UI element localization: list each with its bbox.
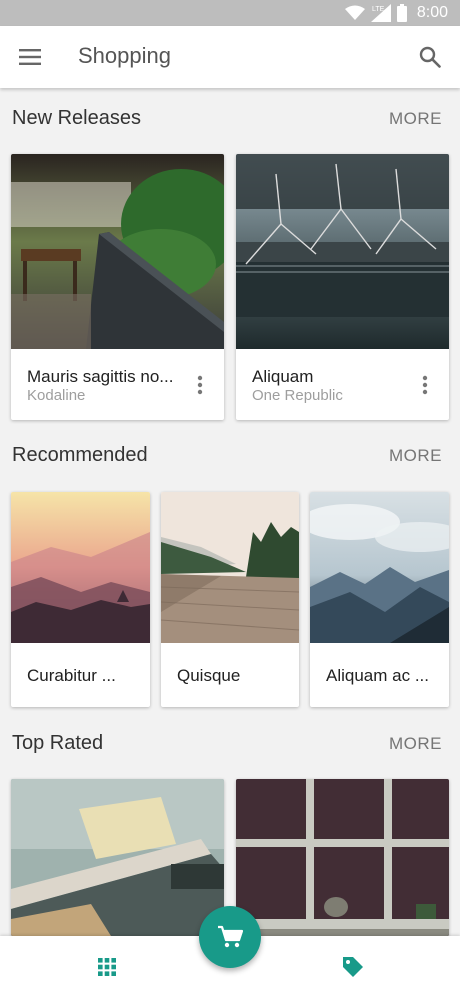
recommended-card[interactable]: Quisque xyxy=(161,492,299,707)
search-icon xyxy=(419,46,441,68)
card-title: Quisque xyxy=(177,666,241,685)
section-header-top-rated: Top Rated MORE xyxy=(0,728,460,758)
card-title: Curabitur ... xyxy=(27,666,116,685)
overflow-menu-button[interactable] xyxy=(188,370,212,400)
album-cover-image xyxy=(161,492,299,643)
menu-button[interactable] xyxy=(12,39,48,75)
more-vert-icon xyxy=(422,375,428,395)
app-bar: Shopping xyxy=(0,26,460,88)
cart-icon xyxy=(218,925,243,948)
network-label: LTE xyxy=(372,6,385,13)
overflow-menu-button[interactable] xyxy=(413,370,437,400)
more-button[interactable]: MORE xyxy=(389,734,442,754)
search-button[interactable] xyxy=(412,39,448,75)
more-vert-icon xyxy=(197,375,203,395)
more-button[interactable]: MORE xyxy=(389,446,442,466)
album-cover-image xyxy=(11,779,224,936)
wifi-icon xyxy=(344,5,365,20)
release-card[interactable]: Mauris sagittis no... Kodaline xyxy=(11,154,224,420)
recommended-card[interactable]: Curabitur ... xyxy=(11,492,150,707)
album-cover-image xyxy=(11,154,224,349)
album-cover-image xyxy=(11,492,150,643)
more-button[interactable]: MORE xyxy=(389,109,442,129)
album-cover-image xyxy=(236,154,449,349)
signal-icon: LTE xyxy=(370,4,391,22)
section-title: Recommended xyxy=(12,444,148,466)
status-time: 8:00 xyxy=(416,4,448,21)
section-header-new-releases: New Releases MORE xyxy=(0,103,460,133)
section-header-recommended: Recommended MORE xyxy=(0,440,460,470)
nav-apps-button[interactable] xyxy=(90,952,124,982)
apps-grid-icon xyxy=(98,958,116,976)
top-rated-card[interactable] xyxy=(11,779,224,936)
nav-tag-button[interactable] xyxy=(336,952,370,982)
menu-icon xyxy=(19,49,41,65)
card-title: Aliquam ac ... xyxy=(326,666,429,685)
status-icons: LTE 8:00 xyxy=(344,3,448,23)
status-bar: LTE 8:00 xyxy=(0,0,460,26)
recommended-card[interactable]: Aliquam ac ... xyxy=(310,492,449,707)
page-title: Shopping xyxy=(78,43,171,68)
release-card[interactable]: Aliquam One Republic xyxy=(236,154,449,420)
section-title: Top Rated xyxy=(12,732,104,754)
card-title: Mauris sagittis no... xyxy=(27,367,174,386)
card-title: Aliquam xyxy=(252,367,314,386)
card-subtitle: Kodaline xyxy=(27,387,86,404)
battery-icon xyxy=(396,4,407,22)
cart-fab-button[interactable] xyxy=(199,906,261,968)
card-subtitle: One Republic xyxy=(252,387,343,404)
section-title: New Releases xyxy=(12,107,141,129)
top-rated-card[interactable] xyxy=(236,779,449,936)
tag-icon xyxy=(343,957,363,977)
album-cover-image xyxy=(236,779,449,936)
album-cover-image xyxy=(310,492,449,643)
